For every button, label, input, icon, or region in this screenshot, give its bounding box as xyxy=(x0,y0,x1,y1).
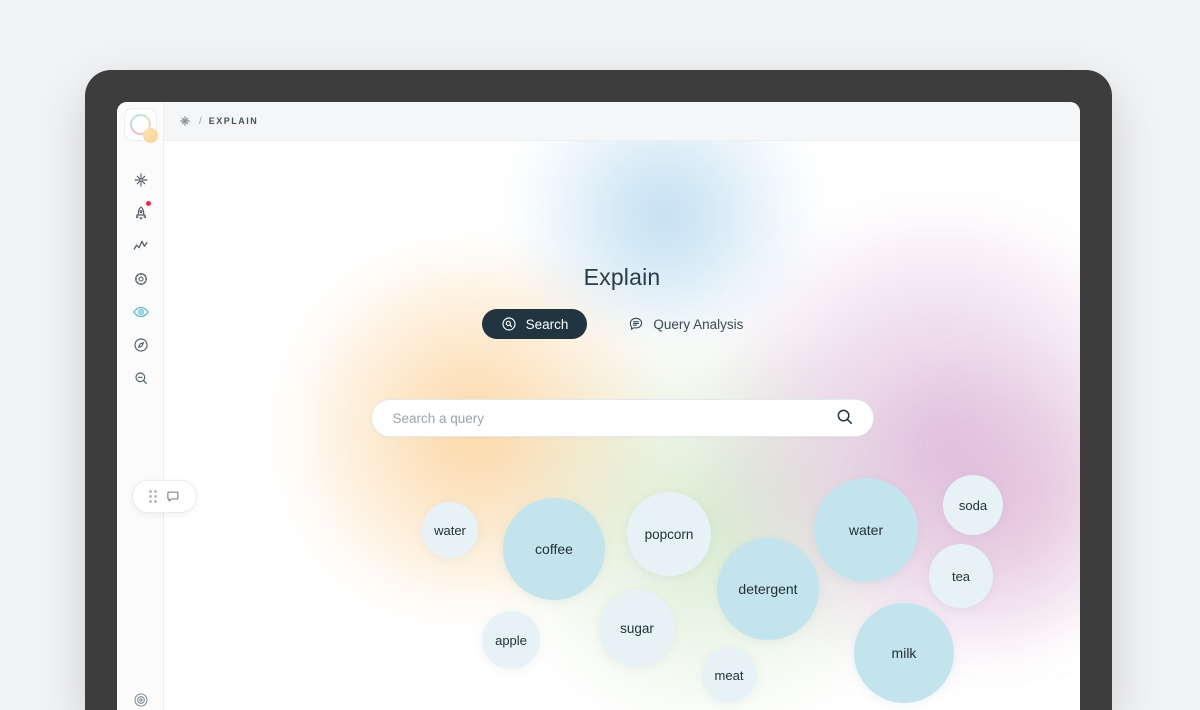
target-icon xyxy=(133,692,149,710)
bubble-label: sugar xyxy=(620,620,654,636)
bubble-sugar[interactable]: sugar xyxy=(599,590,675,666)
search-section xyxy=(164,399,1080,437)
bubble-water[interactable]: water xyxy=(814,478,918,582)
tab-query-analysis-label: Query Analysis xyxy=(653,316,744,332)
app-logo[interactable] xyxy=(124,108,158,143)
bubble-label: apple xyxy=(495,632,527,648)
sidebar-item-analytics[interactable] xyxy=(125,230,156,261)
sidebar-item-launch[interactable] xyxy=(125,197,156,228)
bubble-label: popcorn xyxy=(644,526,694,542)
gear-icon xyxy=(133,271,149,287)
bubble-label: meat xyxy=(714,667,744,683)
floating-widget[interactable] xyxy=(132,480,197,513)
activity-icon xyxy=(132,237,149,254)
bubble-label: milk xyxy=(891,645,917,661)
bubble-apple[interactable]: apple xyxy=(482,611,540,669)
breadcrumb-separator: / xyxy=(199,115,202,127)
rocket-icon xyxy=(133,205,149,221)
tab-query-analysis[interactable]: Query Analysis xyxy=(609,309,762,339)
breadcrumb-current[interactable]: EXPLAIN xyxy=(209,116,259,126)
sidebar-item-account[interactable] xyxy=(125,687,156,710)
compass-icon xyxy=(133,337,149,353)
bubble-water[interactable]: water xyxy=(422,502,478,558)
search-icon xyxy=(835,407,854,429)
eye-icon xyxy=(132,303,150,321)
page-title: Explain xyxy=(583,264,661,290)
bubble-label: soda xyxy=(958,497,988,513)
tab-search-label: Search xyxy=(525,316,569,332)
sidebar xyxy=(117,102,197,710)
sidebar-item-inspect[interactable] xyxy=(125,362,156,393)
bubble-label: water xyxy=(848,522,884,538)
tab-search[interactable]: Search xyxy=(481,309,588,339)
sidebar-item-sparkle-ai[interactable] xyxy=(125,164,156,195)
magnify-minus-icon xyxy=(133,370,149,386)
bubble-label: coffee xyxy=(535,541,573,557)
sidebar-item-discover[interactable] xyxy=(125,329,156,360)
bubble-label: detergent xyxy=(738,581,798,597)
bubble-milk[interactable]: milk xyxy=(854,603,954,703)
search-input[interactable] xyxy=(392,410,833,426)
view-tabs: Search Query Analysis xyxy=(164,309,1080,339)
sparkle-icon xyxy=(133,172,149,188)
sidebar-item-settings[interactable] xyxy=(125,263,156,294)
bubble-tea[interactable]: tea xyxy=(929,544,993,608)
breadcrumb: / EXPLAIN xyxy=(199,116,258,127)
search-bar[interactable] xyxy=(370,399,874,437)
app-screen: / EXPLAIN Explain Search Query Analysis … xyxy=(117,102,1080,710)
chat-lines-icon xyxy=(628,316,644,332)
bubble-coffee[interactable]: coffee xyxy=(503,498,605,600)
bubble-soda[interactable]: soda xyxy=(943,475,1003,535)
search-submit-button[interactable] xyxy=(833,407,856,429)
logo-accent-dot-icon xyxy=(143,128,158,143)
workspace-icon[interactable] xyxy=(179,115,191,127)
search-circle-icon xyxy=(501,316,517,332)
bubble-label: water xyxy=(434,522,466,538)
grid-drag-icon[interactable] xyxy=(148,490,157,503)
bubble-meat[interactable]: meat xyxy=(702,648,756,702)
sidebar-item-explain[interactable] xyxy=(125,296,156,327)
bubble-detergent[interactable]: detergent xyxy=(717,538,819,640)
notification-badge xyxy=(146,201,151,206)
bubble-popcorn[interactable]: popcorn xyxy=(627,492,711,576)
explain-canvas: Explain Search Query Analysis Search a q… xyxy=(164,141,1080,710)
topbar: / EXPLAIN xyxy=(164,102,1080,141)
chat-bubble-icon[interactable] xyxy=(166,489,181,504)
device-frame: / EXPLAIN Explain Search Query Analysis … xyxy=(85,70,1112,710)
bubble-label: tea xyxy=(951,568,971,584)
